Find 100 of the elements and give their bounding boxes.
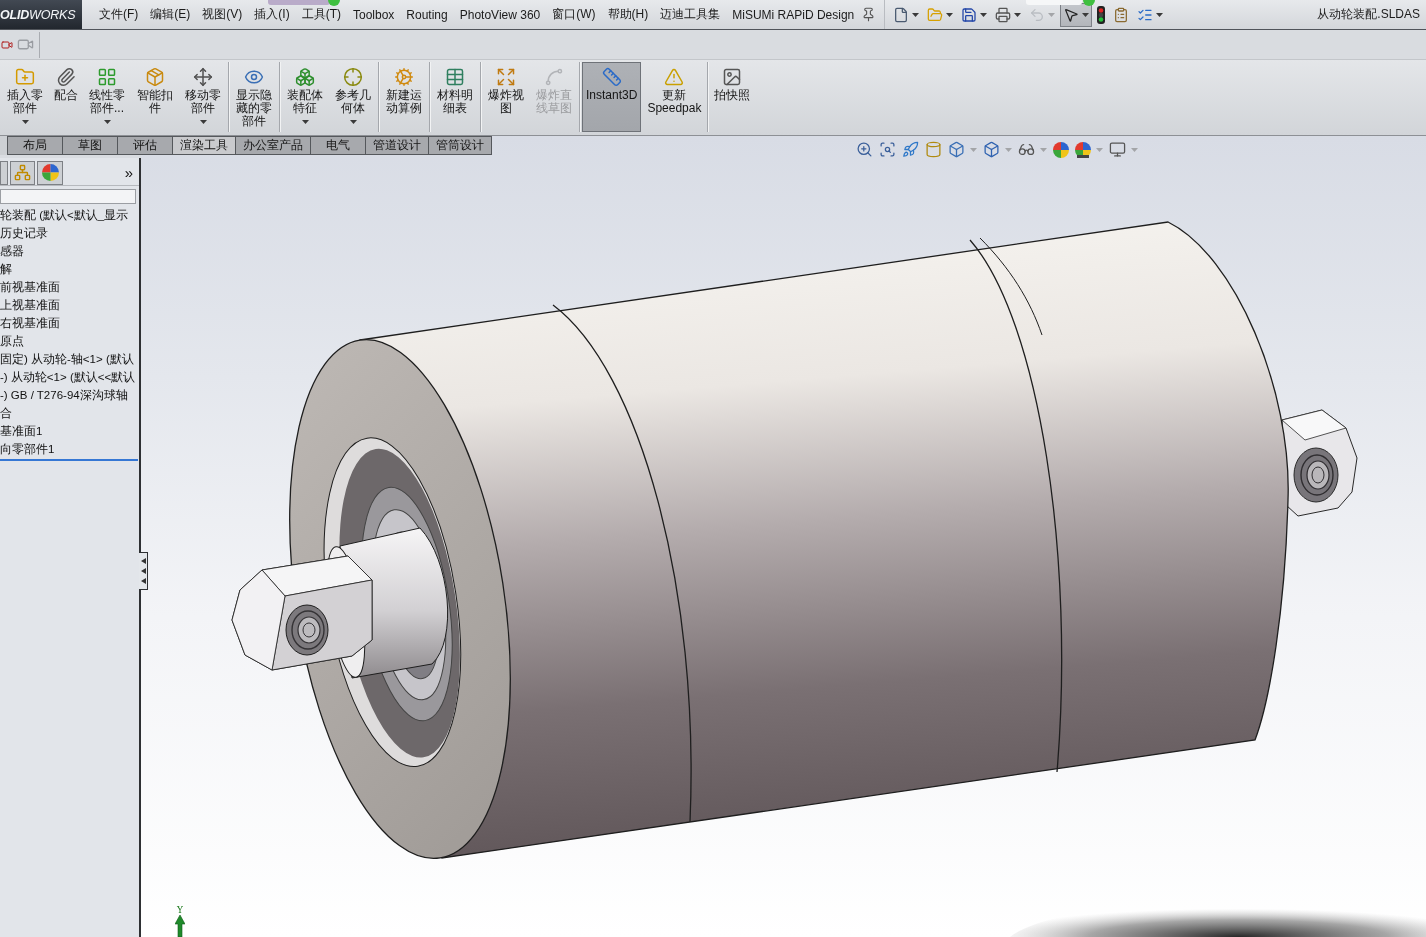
caret-icon: [301, 120, 309, 124]
command-tab[interactable]: 布局: [7, 136, 63, 155]
grid-icon: [97, 67, 117, 87]
cube-icon: [948, 141, 965, 158]
command-tab[interactable]: 草图: [62, 136, 118, 155]
view-tool-button[interactable]: [1108, 141, 1139, 158]
tree-item[interactable]: 固定) 从动轮-轴<1> (默认: [0, 350, 134, 368]
tree-item[interactable]: 基准面1: [0, 422, 43, 440]
boxes-icon: [295, 67, 315, 87]
caret-icon: [946, 12, 954, 17]
save-icon: [961, 6, 978, 23]
tree-item[interactable]: 上视基准面: [0, 296, 60, 314]
zoom-in-icon: [856, 141, 873, 158]
tree-item[interactable]: 原点: [0, 332, 24, 350]
menu-item[interactable]: 迈迪工具集: [655, 3, 726, 26]
ribbon-button[interactable]: 线性零部件...: [84, 62, 130, 132]
clipboard-icon: [1113, 6, 1130, 23]
filter-field[interactable]: [0, 189, 136, 204]
view-tool-button[interactable]: [1052, 141, 1070, 158]
tree-structure-icon: [14, 164, 31, 181]
cog-icon: [394, 67, 414, 87]
folder-plus-icon: [15, 67, 35, 87]
tree-item[interactable]: 感器: [0, 242, 24, 260]
view-tool-button[interactable]: [1074, 141, 1104, 158]
table-icon: [445, 67, 465, 87]
caret-icon: [1014, 12, 1022, 17]
caret-icon: [1131, 147, 1138, 152]
menu-item[interactable]: 文件(F): [94, 3, 144, 26]
ribbon-button[interactable]: 移动零部件: [180, 62, 226, 132]
tree-item[interactable]: 合: [0, 404, 12, 422]
axis-arrow-icon: [175, 915, 185, 937]
magnifier-frame-icon: [879, 141, 896, 158]
command-tab[interactable]: 电气: [310, 136, 366, 155]
tree-item[interactable]: 解: [0, 260, 12, 278]
app-logo: OLIDWORKS: [0, 0, 82, 29]
command-tab[interactable]: 办公室产品: [235, 136, 311, 155]
command-tab[interactable]: 管筒设计: [428, 136, 492, 155]
traffic-light-icon: [1097, 5, 1106, 24]
ribbon-button[interactable]: 智能扣件: [132, 62, 178, 132]
pin-icon: [861, 7, 877, 22]
tree-item[interactable]: 向零部件1: [0, 440, 55, 458]
ribbon-button[interactable]: 参考几何体: [330, 62, 376, 132]
view-tool-button[interactable]: [855, 141, 874, 158]
tree-item[interactable]: 历史记录: [0, 224, 48, 242]
ribbon-button[interactable]: 配合: [50, 62, 82, 132]
view-tool-button[interactable]: [901, 141, 920, 158]
caret-icon: [1156, 12, 1164, 17]
menu-item[interactable]: 编辑(E): [145, 3, 196, 26]
menu-item[interactable]: 视图(V): [197, 3, 248, 26]
tree-item[interactable]: 轮装配 (默认<默认_显示: [0, 206, 129, 224]
image-icon: [722, 67, 743, 87]
expand-arrows-icon: [496, 67, 516, 87]
caret-icon: [21, 120, 29, 124]
tree-item[interactable]: -) 从动轮<1> (默认<<默认: [0, 368, 136, 386]
caret-icon: [1048, 12, 1056, 17]
ribbon-button[interactable]: 新建运动算例: [381, 62, 427, 132]
caret-icon: [912, 12, 920, 17]
folder-open-icon: [927, 6, 944, 23]
pin-button[interactable]: [861, 7, 877, 22]
ribbon-button[interactable]: 更新 Speedpak: [643, 62, 706, 132]
menu-item[interactable]: PhotoView 360: [454, 4, 546, 25]
menu-item[interactable]: 帮助(H): [602, 3, 654, 26]
command-tab[interactable]: 评估: [117, 136, 173, 155]
menu-item[interactable]: 窗口(W): [547, 3, 601, 26]
panel-tab[interactable]: [0, 160, 8, 185]
tree-item[interactable]: -) GB / T276-94深沟球轴: [0, 386, 128, 404]
crosshair-icon: [343, 67, 363, 87]
view-tool-button[interactable]: [982, 141, 1013, 158]
menu-item[interactable]: 工具(T): [296, 3, 346, 26]
menu-item[interactable]: Routing: [401, 4, 453, 25]
video-camera-icon: [1, 38, 13, 51]
more-tabs-button[interactable]: »: [122, 164, 139, 181]
view-tool-button[interactable]: [878, 141, 897, 158]
y-axis-label: Y: [177, 906, 183, 915]
menu-item[interactable]: Toolbox: [348, 4, 400, 25]
ribbon-button[interactable]: 材料明细表: [432, 62, 478, 132]
ribbon-button[interactable]: 显示隐藏的零部件: [231, 62, 277, 132]
view-tool-button[interactable]: [947, 141, 978, 158]
ruler-icon: [601, 67, 622, 87]
ribbon-button[interactable]: 拍快照: [710, 62, 755, 132]
ribbon-button[interactable]: 爆炸视图: [483, 62, 529, 132]
glasses-icon: [1018, 141, 1035, 158]
tree-item[interactable]: 前视基准面: [0, 278, 60, 296]
panel-tab[interactable]: [10, 160, 35, 185]
view-tool-button[interactable]: [1017, 141, 1048, 158]
package-icon: [145, 67, 165, 87]
menu-item[interactable]: MiSUMi RAPiD Design: [727, 4, 860, 25]
ribbon-button[interactable]: 装配体特征: [282, 62, 328, 132]
command-tab[interactable]: 渲染工具: [172, 136, 236, 155]
ribbon-button[interactable]: Instant3D: [582, 62, 642, 132]
ribbon-button[interactable]: 插入零部件: [2, 62, 48, 132]
tree-item[interactable]: 右视基准面: [0, 314, 60, 332]
panel-tab[interactable]: [37, 160, 63, 185]
caret-icon: [970, 147, 977, 152]
window-edge: [268, 0, 330, 5]
document-title: 从动轮装配.SLDAS: [1317, 6, 1421, 23]
menu-item[interactable]: 插入(I): [249, 3, 295, 26]
printer-icon: [995, 6, 1012, 23]
caret-icon: [349, 120, 357, 124]
command-tab[interactable]: 管道设计: [365, 136, 429, 155]
